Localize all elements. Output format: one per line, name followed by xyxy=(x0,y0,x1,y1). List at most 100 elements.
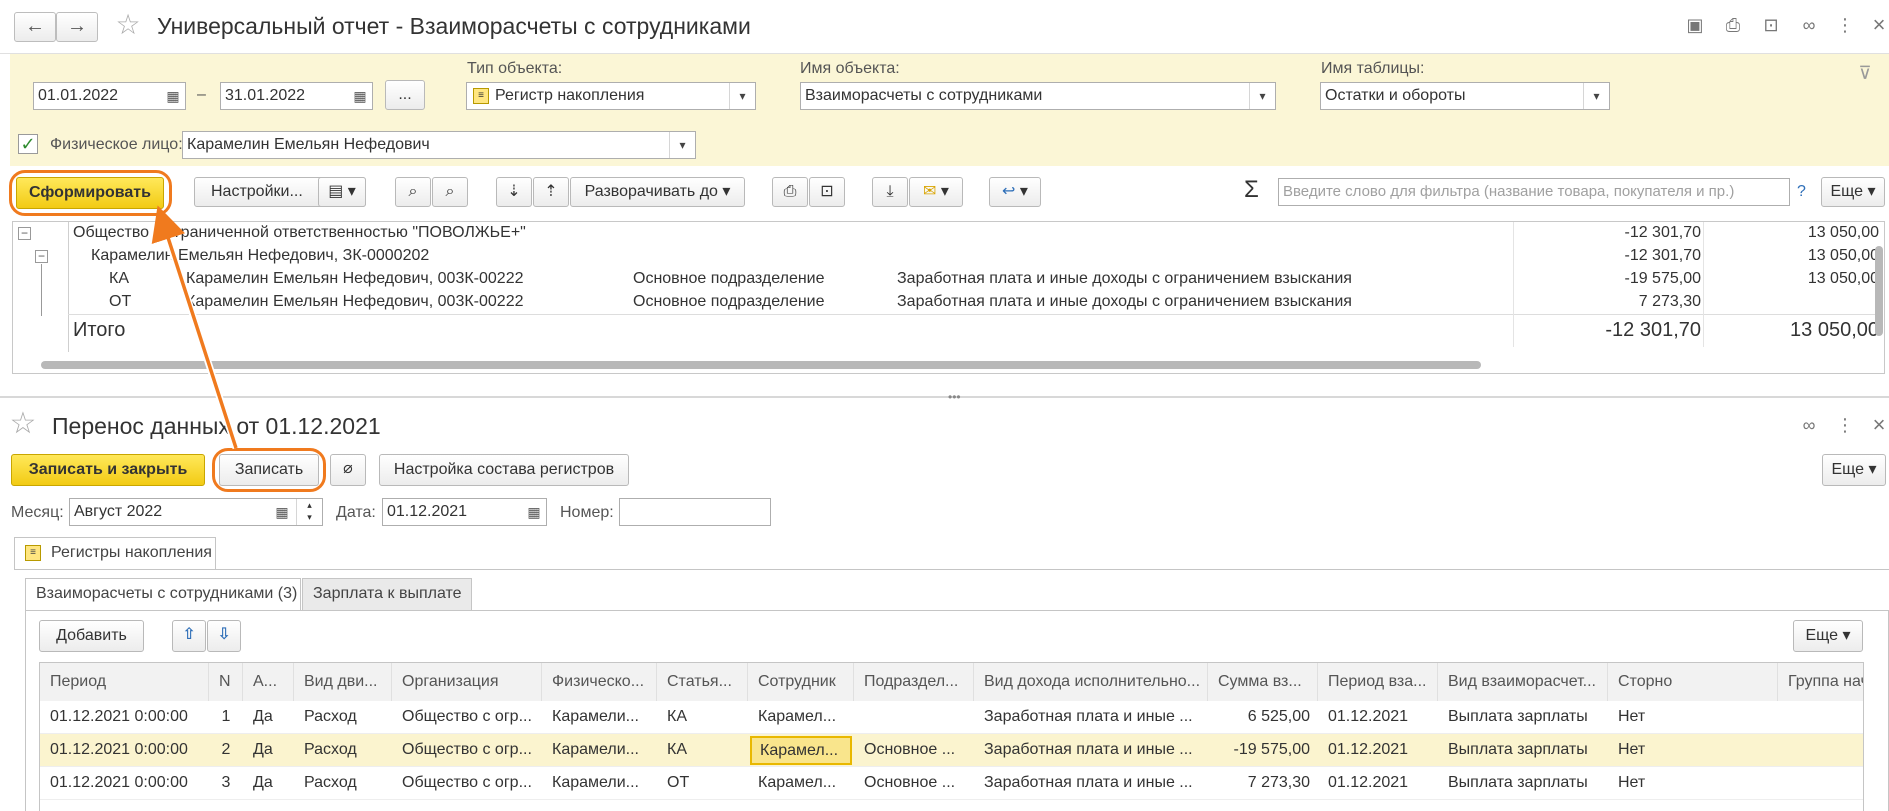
column-header[interactable]: Физическо... xyxy=(542,663,657,701)
chevron-down-icon[interactable]: ▾ xyxy=(729,83,755,109)
print-icon[interactable]: ⎙ xyxy=(1718,12,1748,40)
column-header[interactable]: Сторно xyxy=(1608,663,1778,701)
cell-person[interactable]: Карамели... xyxy=(542,701,657,733)
back-button[interactable]: ← xyxy=(14,12,56,42)
variants-dropdown-button[interactable]: ▤ ▾ xyxy=(318,177,366,207)
cell-department[interactable]: Основное ... xyxy=(854,734,974,766)
column-header[interactable]: Подраздел... xyxy=(854,663,974,701)
object-name-select[interactable]: Взаиморасчеты с сотрудниками ▾ xyxy=(800,82,1276,110)
table-row[interactable]: 01.12.2021 0:00:00 1 Да Расход Общество … xyxy=(40,701,1863,734)
save-disk-icon[interactable]: ▣ xyxy=(1680,12,1710,40)
table-row-selected[interactable]: 01.12.2021 0:00:00 2 Да Расход Общество … xyxy=(40,734,1863,767)
cell-employee[interactable]: Карамел... xyxy=(748,701,854,733)
move-down-button[interactable]: ⇩ xyxy=(207,620,241,652)
cell-amount[interactable]: 7 273,30 xyxy=(1208,767,1318,799)
cell-period[interactable]: 01.12.2021 0:00:00 xyxy=(40,734,209,766)
cell-settlement-type[interactable]: Выплата зарплаты xyxy=(1438,701,1608,733)
attach-file-button[interactable]: ⌀ xyxy=(330,454,366,486)
period-select-button[interactable]: ... xyxy=(385,80,425,110)
cell-active[interactable]: Да xyxy=(243,701,294,733)
cell-department[interactable]: Основное ... xyxy=(854,767,974,799)
tab-salary-payable[interactable]: Зарплата к выплате xyxy=(302,578,472,610)
cell-settlement-period[interactable]: 01.12.2021 xyxy=(1318,734,1438,766)
cell-period[interactable]: 01.12.2021 0:00:00 xyxy=(40,701,209,733)
column-header[interactable]: Сотрудник xyxy=(748,663,854,701)
column-header[interactable]: Вид дви... xyxy=(294,663,392,701)
cell-period[interactable]: 01.12.2021 0:00:00 xyxy=(40,767,209,799)
print-preview-button[interactable]: ⊡ xyxy=(809,177,845,207)
column-header[interactable]: Вид взаиморасчет... xyxy=(1438,663,1608,701)
cell-income-type[interactable]: Заработная плата и иные ... xyxy=(974,701,1208,733)
person-select[interactable]: Карамелин Емельян Нефедович ▾ xyxy=(182,131,696,159)
column-header[interactable]: N xyxy=(209,663,243,701)
cell-person[interactable]: Карамели... xyxy=(542,767,657,799)
cell-settlement-type[interactable]: Выплата зарплаты xyxy=(1438,734,1608,766)
export-button[interactable]: ⤓ xyxy=(872,177,908,207)
collapse-toggle-icon[interactable]: − xyxy=(35,250,48,263)
link-icon[interactable]: ∞ xyxy=(1794,412,1824,440)
cell-organization[interactable]: Общество с огр... xyxy=(392,767,542,799)
date-to-field[interactable]: 31.01.2022 ▦ xyxy=(220,82,373,110)
more-vertical-icon[interactable]: ⋮ xyxy=(1830,12,1860,40)
cell-movement-type[interactable]: Расход xyxy=(294,701,392,733)
column-header[interactable]: Организация xyxy=(392,663,542,701)
cell-group[interactable] xyxy=(1778,734,1863,766)
save-and-close-button[interactable]: Записать и закрыть xyxy=(11,454,205,486)
favorite-star-icon[interactable]: ☆ xyxy=(113,11,143,40)
column-header[interactable]: Период xyxy=(40,663,209,701)
vertical-scrollbar-thumb[interactable] xyxy=(1875,246,1883,336)
help-button[interactable]: ? xyxy=(1797,183,1806,201)
register-setup-button[interactable]: Настройка состава регистров xyxy=(379,454,629,486)
column-header[interactable]: Группа нач xyxy=(1778,663,1863,701)
expand-to-dropdown[interactable]: Разворачивать до ▾ xyxy=(570,177,745,207)
month-stepper[interactable]: ▴ ▾ xyxy=(296,499,322,525)
person-filter-checkbox[interactable]: ✓ xyxy=(18,134,38,154)
cell-settlement-type[interactable]: Выплата зарплаты xyxy=(1438,767,1608,799)
table-name-select[interactable]: Остатки и обороты ▾ xyxy=(1320,82,1610,110)
cell-storno[interactable]: Нет xyxy=(1608,701,1778,733)
cell-settlement-period[interactable]: 01.12.2021 xyxy=(1318,767,1438,799)
expand-groups-button[interactable]: ⇡ xyxy=(533,177,569,207)
cell-article[interactable]: ОТ xyxy=(657,767,748,799)
move-up-button[interactable]: ⇧ xyxy=(172,620,206,652)
window-splitter[interactable] xyxy=(0,396,1889,398)
cell-movement-type[interactable]: Расход xyxy=(294,767,392,799)
document-more-button[interactable]: Еще ▾ xyxy=(1822,454,1886,486)
close-icon[interactable]: × xyxy=(1864,12,1889,40)
chevron-down-icon[interactable]: ▾ xyxy=(1249,83,1275,109)
collapse-toggle-icon[interactable]: − xyxy=(18,227,31,240)
chevron-down-icon[interactable]: ▾ xyxy=(669,132,695,158)
cell-group[interactable] xyxy=(1778,767,1863,799)
cell-n[interactable]: 3 xyxy=(209,767,243,799)
cell-n[interactable]: 2 xyxy=(209,734,243,766)
chevron-down-icon[interactable]: ▾ xyxy=(1583,83,1609,109)
column-header[interactable]: Статья... xyxy=(657,663,748,701)
cell-amount[interactable]: -19 575,00 xyxy=(1208,734,1318,766)
report-result-grid[interactable]: − − Общество с ограниченной ответственно… xyxy=(12,221,1885,374)
cell-storno[interactable]: Нет xyxy=(1608,767,1778,799)
collapse-groups-button[interactable]: ⇣ xyxy=(496,177,532,207)
cell-active[interactable]: Да xyxy=(243,767,294,799)
cell-movement-type[interactable]: Расход xyxy=(294,734,392,766)
send-email-button[interactable]: ✉ ▾ xyxy=(909,177,963,207)
column-header[interactable]: Сумма вз... xyxy=(1208,663,1318,701)
horizontal-scrollbar-thumb[interactable] xyxy=(41,361,1481,369)
cell-employee[interactable]: Карамел... xyxy=(748,767,854,799)
cell-department[interactable] xyxy=(854,701,974,733)
add-row-button[interactable]: Добавить xyxy=(39,620,144,652)
preview-icon[interactable]: ⊡ xyxy=(1756,12,1786,40)
tab-employee-settlements[interactable]: Взаиморасчеты с сотрудниками (3) xyxy=(25,578,301,610)
cell-organization[interactable]: Общество с огр... xyxy=(392,734,542,766)
search-button[interactable]: ⌕ xyxy=(395,177,431,207)
forward-button[interactable]: → xyxy=(56,12,98,42)
cell-settlement-period[interactable]: 01.12.2021 xyxy=(1318,701,1438,733)
filter-icon[interactable]: ⊽ xyxy=(1850,60,1880,88)
cell-n[interactable]: 1 xyxy=(209,701,243,733)
more-vertical-icon[interactable]: ⋮ xyxy=(1830,412,1860,440)
date-field[interactable]: 01.12.2021 ▦ xyxy=(382,498,547,526)
cell-article[interactable]: КА xyxy=(657,701,748,733)
favorite-star-icon[interactable]: ☆ xyxy=(8,409,38,439)
cell-employee-focused[interactable]: Карамел... xyxy=(750,736,852,765)
cell-organization[interactable]: Общество с огр... xyxy=(392,701,542,733)
object-type-select[interactable]: ≡ Регистр накопления ▾ xyxy=(466,82,756,110)
